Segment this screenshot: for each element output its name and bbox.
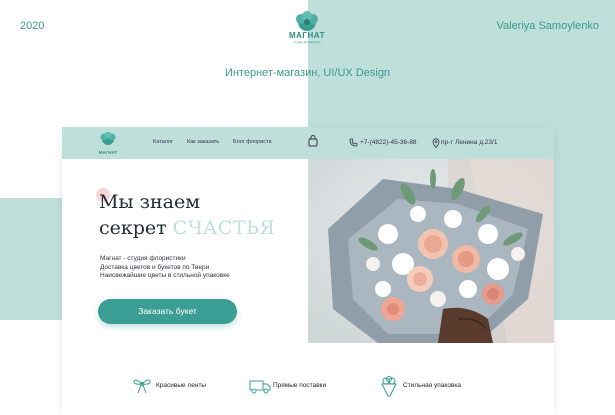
address-text[interactable]: пр-т Ленина д.23/1	[441, 139, 497, 146]
hero-title: Мы знаем секрет СЧАСТЬЯ	[99, 189, 275, 241]
author-name: Valeriya Samoylenko	[496, 20, 599, 32]
phone-icon	[349, 138, 358, 147]
shopping-bag-icon[interactable]	[308, 135, 318, 147]
hero-title-line1: Мы знаем	[99, 191, 200, 213]
logo-title: МАГНАТ	[288, 31, 326, 40]
bouquet-image	[308, 159, 554, 343]
feature-label: Прямые поставки	[273, 382, 327, 389]
hero-title-line2: секрет СЧАСТЬЯ	[99, 215, 275, 241]
hero-desc-line: Наисвежайшие цветы в стильной упаковке	[100, 272, 230, 279]
bouquet-icon	[381, 376, 397, 397]
project-subtitle: Интернет-магазин, UI/UX Design	[224, 67, 391, 79]
feature-ribbons: Красивые ленты	[132, 376, 206, 396]
feature-label: Красивые ленты	[156, 382, 207, 389]
logo-subtitle: студия флористики	[293, 40, 321, 44]
feature-packaging: Стильная упаковка	[379, 376, 461, 397]
location-pin-icon	[432, 138, 440, 148]
brand-logo: МАГНАТ студия флористики	[285, 10, 329, 50]
hero-desc-line: Доставка цветов и букетов по Твери	[100, 263, 210, 271]
background-mint-block	[0, 198, 62, 320]
hero-bouquet-image	[308, 159, 554, 343]
hero-description: Магнат - студия флористики Доставка цвет…	[100, 255, 230, 281]
feature-label: Стильная упаковка	[403, 382, 461, 389]
year-label: 2020	[20, 20, 45, 32]
hero-desc-line: Магнат - студия флористики	[100, 255, 186, 262]
flower-logo-icon	[100, 131, 116, 145]
site-header: МАГНАТ Каталог Как заказать Блог флорист…	[62, 127, 554, 159]
hero-title-accent: СЧАСТЬЯ	[172, 217, 276, 239]
website-mockup: МАГНАТ Каталог Как заказать Блог флорист…	[62, 127, 554, 415]
nav-link-blog[interactable]: Блог флориста	[233, 139, 272, 145]
nav-link-how-to-order[interactable]: Как заказать	[187, 139, 219, 145]
flower-logo-icon	[296, 11, 318, 31]
site-logo-text: МАГНАТ	[98, 150, 118, 155]
feature-delivery: Прямые поставки	[249, 376, 326, 396]
ribbon-icon	[133, 379, 151, 394]
presentation-stage: { "presentation": { "year": "2020", "aut…	[0, 0, 615, 415]
nav-link-catalog[interactable]: Каталог	[153, 139, 173, 145]
order-bouquet-button[interactable]: Заказать букет	[98, 299, 237, 324]
hero-title-word: секрет	[99, 217, 167, 239]
site-logo[interactable]: МАГНАТ	[97, 131, 119, 155]
truck-icon	[249, 380, 271, 394]
phone-number[interactable]: +7-(4822)-45-36-88	[360, 139, 417, 146]
